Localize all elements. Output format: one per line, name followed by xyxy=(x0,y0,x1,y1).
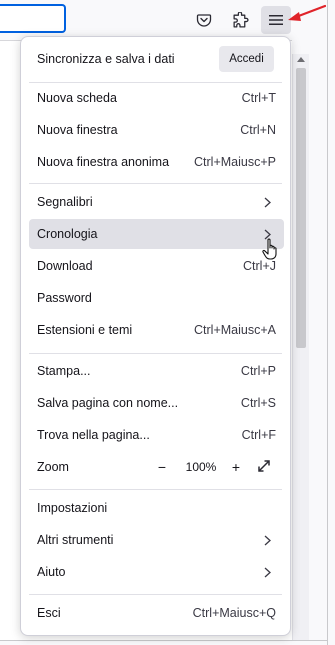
menu-item-label: Impostazioni xyxy=(37,501,108,515)
page-scrollbar[interactable] xyxy=(292,54,309,640)
zoom-out-button[interactable]: − xyxy=(152,457,172,477)
menu-item-label: Nuova finestra anonima xyxy=(37,155,170,169)
extensions-icon xyxy=(232,11,249,29)
menu-item-shortcut: Ctrl+N xyxy=(240,123,276,137)
menu-item-new-window[interactable]: Nuova finestra Ctrl+N xyxy=(29,115,284,145)
menu-item-label: Salva pagina con nome... xyxy=(37,396,179,410)
menu-item-label: Zoom xyxy=(37,460,69,474)
hand-cursor-icon xyxy=(262,238,280,265)
menu-item-shortcut: Ctrl+T xyxy=(241,91,276,105)
scrollbar-thumb[interactable] xyxy=(296,68,306,348)
menu-item-history[interactable]: Cronologia xyxy=(29,219,284,249)
menu-separator xyxy=(29,594,282,595)
scroll-up-arrow-icon[interactable] xyxy=(297,57,305,62)
fullscreen-button[interactable] xyxy=(254,457,274,477)
url-bar-input[interactable] xyxy=(0,4,66,33)
menu-item-label: Segnalibri xyxy=(37,195,93,209)
menu-separator xyxy=(29,183,282,184)
menu-item-label: Altri strumenti xyxy=(37,533,114,547)
menu-item-quit[interactable]: Esci Ctrl+Maiusc+Q xyxy=(29,598,284,628)
menu-item-save-page[interactable]: Salva pagina con nome... Ctrl+S xyxy=(29,388,284,418)
menu-item-zoom: Zoom − 100% + xyxy=(29,452,284,482)
menu-item-label: Cronologia xyxy=(37,227,98,241)
extensions-button[interactable] xyxy=(225,6,255,34)
chevron-right-icon xyxy=(264,197,271,211)
pocket-button[interactable] xyxy=(189,6,219,34)
menu-item-shortcut: Ctrl+S xyxy=(240,396,276,410)
zoom-controls: − 100% + xyxy=(152,456,274,478)
window-border-right xyxy=(327,0,328,645)
menu-item-addons[interactable]: Estensioni e temi Ctrl+Maiusc+A xyxy=(29,315,284,345)
window-border-bottom xyxy=(0,640,328,641)
annotation-arrow-icon xyxy=(286,3,327,28)
sync-title: Sincronizza e salva i dati xyxy=(37,52,175,66)
chevron-right-icon xyxy=(264,535,271,549)
menu-item-label: Stampa... xyxy=(37,364,91,378)
menu-item-shortcut: Ctrl+P xyxy=(240,364,276,378)
menu-item-label: Aiuto xyxy=(37,565,66,579)
menu-item-downloads[interactable]: Download Ctrl+J xyxy=(29,251,284,281)
menu-item-passwords[interactable]: Password xyxy=(29,283,284,313)
menu-item-help[interactable]: Aiuto xyxy=(29,557,284,587)
menu-item-label: Estensioni e temi xyxy=(37,323,133,337)
menu-item-shortcut: Ctrl+Maiusc+Q xyxy=(192,606,276,620)
menu-item-label: Download xyxy=(37,259,93,273)
menu-item-shortcut: Ctrl+F xyxy=(241,428,276,442)
menu-item-bookmarks[interactable]: Segnalibri xyxy=(29,187,284,217)
hamburger-menu-icon xyxy=(268,13,284,27)
sync-header: Sincronizza e salva i dati Accedi xyxy=(21,37,290,81)
menu-item-new-private-window[interactable]: Nuova finestra anonima Ctrl+Maiusc+P xyxy=(29,147,284,177)
menu-item-label: Password xyxy=(37,291,92,305)
menu-separator xyxy=(29,353,282,354)
menu-item-settings[interactable]: Impostazioni xyxy=(29,493,284,523)
menu-item-find-in-page[interactable]: Trova nella pagina... Ctrl+F xyxy=(29,420,284,450)
app-menu-panel: Sincronizza e salva i dati Accedi Nuova … xyxy=(20,36,291,636)
chevron-right-icon xyxy=(264,567,271,581)
menu-item-print[interactable]: Stampa... Ctrl+P xyxy=(29,356,284,386)
menu-item-label: Nuova finestra xyxy=(37,123,118,137)
zoom-level[interactable]: 100% xyxy=(184,460,218,474)
zoom-in-button[interactable]: + xyxy=(226,457,246,477)
menu-item-label: Nuova scheda xyxy=(37,91,117,105)
pocket-icon xyxy=(196,12,212,28)
menu-item-label: Esci xyxy=(37,606,61,620)
menu-item-shortcut: Ctrl+Maiusc+P xyxy=(194,155,276,169)
sign-in-button[interactable]: Accedi xyxy=(219,46,274,72)
menu-item-more-tools[interactable]: Altri strumenti xyxy=(29,525,284,555)
fullscreen-icon xyxy=(258,460,270,474)
menu-item-label: Trova nella pagina... xyxy=(37,428,150,442)
menu-item-new-tab[interactable]: Nuova scheda Ctrl+T xyxy=(29,83,284,113)
menu-separator xyxy=(29,489,282,490)
menu-item-shortcut: Ctrl+Maiusc+A xyxy=(194,323,276,337)
